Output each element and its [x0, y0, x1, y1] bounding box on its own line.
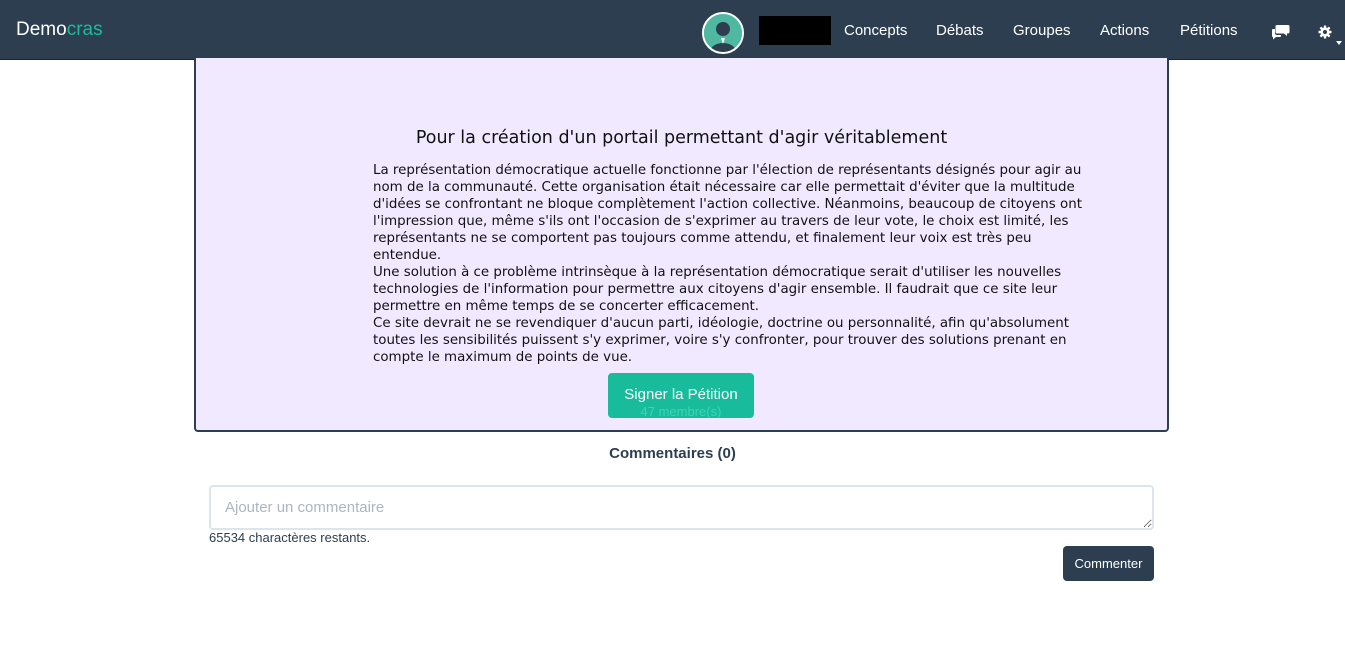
caret-down-icon[interactable]: [1336, 32, 1342, 50]
nav-link-actions[interactable]: Actions: [1100, 22, 1149, 39]
petition-description: La représentation démocratique actuelle …: [373, 162, 1093, 366]
top-navbar: Democras Concepts Débats Groupes Actions…: [0, 0, 1345, 60]
submit-comment-button[interactable]: Commenter: [1063, 546, 1154, 581]
brand-accent: cras: [66, 19, 103, 40]
person-icon: [704, 14, 742, 52]
comments-heading: Commentaires (0): [609, 445, 736, 462]
sign-petition-button[interactable]: Signer la Pétition 47 membre(s): [608, 373, 754, 418]
nav-link-debats[interactable]: Débats: [936, 22, 984, 39]
petition-paragraph: Ce site devrait ne se revendiquer d'aucu…: [373, 316, 1069, 365]
nav-link-concepts[interactable]: Concepts: [844, 22, 907, 39]
petition-card: Pour la création d'un portail permettant…: [194, 58, 1169, 432]
petition-title: Pour la création d'un portail permettant…: [415, 128, 948, 148]
comment-input[interactable]: [209, 485, 1154, 530]
characters-remaining: 65534 charactères restants.: [209, 530, 371, 545]
chat-icon[interactable]: [1271, 24, 1290, 45]
user-avatar[interactable]: [702, 12, 744, 54]
petition-paragraph: Une solution à ce problème intrinsèque à…: [373, 265, 1062, 314]
petition-paragraph: La représentation démocratique actuelle …: [373, 163, 1082, 263]
gear-icon[interactable]: [1318, 25, 1334, 46]
username-redacted: [759, 16, 831, 45]
member-count: 47 membre(s): [640, 404, 722, 418]
sign-petition-label: Signer la Pétition: [624, 386, 738, 403]
brand-logo[interactable]: Democras: [16, 19, 103, 41]
brand-main: Demo: [16, 19, 67, 40]
nav-link-petitions[interactable]: Pétitions: [1180, 22, 1238, 39]
nav-link-groupes[interactable]: Groupes: [1013, 22, 1071, 39]
